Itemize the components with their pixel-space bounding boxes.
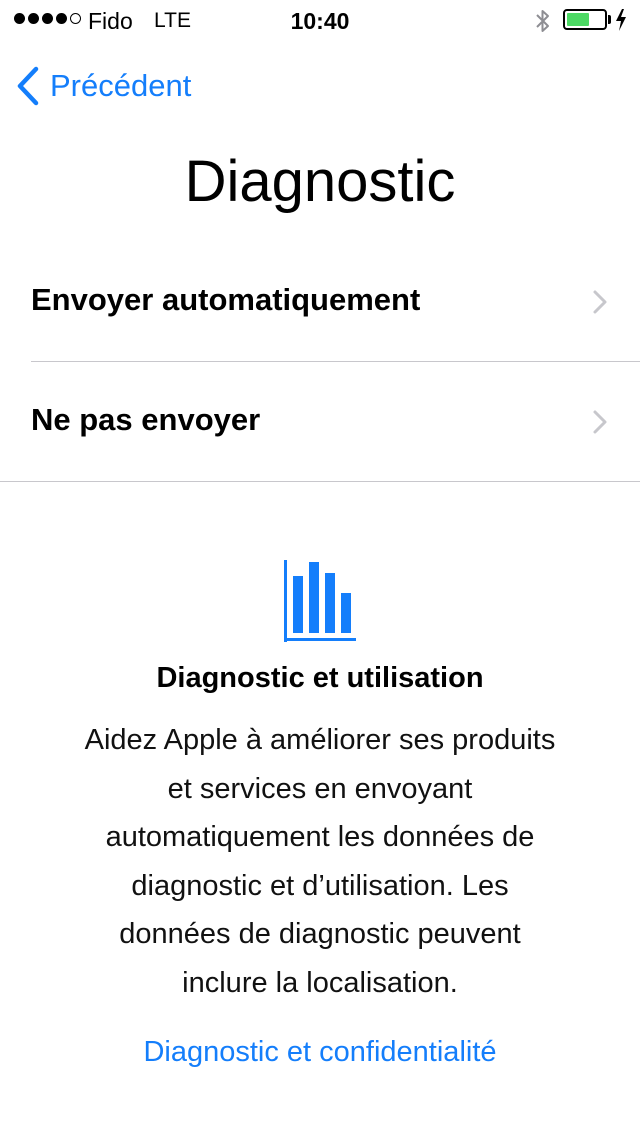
charging-bolt-icon (616, 9, 626, 31)
description-line: et services en envoyant (167, 772, 473, 805)
description-line: automatiquement les données de (105, 821, 535, 854)
description-line: données de diagnostic peuvent (119, 918, 521, 951)
description-line: diagnostic et d’utilisation. Les (131, 869, 509, 902)
chevron-left-icon (17, 66, 39, 106)
description-text: Aidez Apple à améliorer ses produits et … (20, 716, 620, 1008)
back-button[interactable]: Précédent (16, 64, 191, 108)
divider (0, 481, 640, 482)
back-button-label: Précédent (50, 68, 192, 103)
bar-chart-icon (284, 560, 356, 642)
page-title: Diagnostic (184, 149, 456, 214)
description-line: inclure la localisation. (182, 966, 458, 999)
status-bar: Fido LTE 10:40 (0, 0, 640, 40)
section-heading: Diagnostic et utilisation (156, 662, 484, 694)
battery-tip (608, 15, 611, 24)
battery-level-fill (567, 13, 589, 26)
chevron-right-icon (593, 410, 607, 434)
diagnostics-privacy-link[interactable]: Diagnostic et confidentialité (0, 1036, 640, 1069)
option-do-not-send[interactable]: Ne pas envoyer (0, 362, 640, 482)
description-line: Aidez Apple à améliorer ses produits (84, 724, 556, 756)
bluetooth-icon (536, 10, 549, 32)
option-send-automatically[interactable]: Envoyer automatiquement (0, 242, 640, 362)
chevron-right-icon (593, 290, 607, 314)
option-label: Envoyer automatiquement (31, 282, 421, 317)
option-label: Ne pas envoyer (31, 402, 261, 437)
battery-icon (563, 9, 607, 30)
